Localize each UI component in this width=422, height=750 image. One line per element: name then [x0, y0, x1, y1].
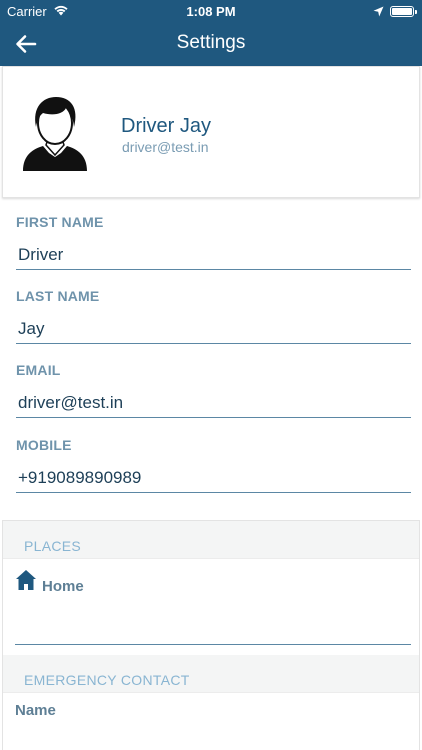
status-time: 1:08 PM	[186, 4, 236, 19]
first-name-field[interactable]	[16, 240, 411, 270]
battery-icon	[390, 6, 417, 17]
profile-card: Driver Jay driver@test.in	[2, 66, 420, 198]
home-label: Home	[42, 578, 84, 595]
last-name-label: LAST NAME	[16, 288, 100, 304]
mobile-field[interactable]	[16, 463, 411, 493]
avatar-icon	[23, 95, 87, 171]
email-field[interactable]	[16, 388, 411, 418]
nav-bar: Settings	[0, 22, 422, 66]
places-header: PLACES	[3, 521, 419, 559]
first-name-label: FIRST NAME	[16, 214, 104, 230]
mobile-label: MOBILE	[16, 437, 72, 453]
last-name-field[interactable]	[16, 314, 411, 344]
status-bar: Carrier 1:08 PM	[0, 0, 422, 22]
last-name-group: LAST NAME	[16, 288, 411, 344]
page-title: Settings	[176, 32, 246, 53]
emergency-name-label: Name	[15, 702, 56, 719]
email-group: EMAIL	[16, 362, 411, 418]
home-icon	[15, 569, 37, 591]
places-card: PLACES Home EMERGENCY CONTACT Name	[2, 520, 420, 750]
email-label: EMAIL	[16, 362, 61, 378]
first-name-group: FIRST NAME	[16, 214, 411, 270]
profile-email: driver@test.in	[122, 139, 209, 155]
profile-name: Driver Jay	[121, 115, 212, 137]
home-divider	[15, 644, 411, 645]
mobile-group: MOBILE	[16, 437, 411, 493]
emergency-contact-header: EMERGENCY CONTACT	[3, 655, 419, 693]
app-header: Carrier 1:08 PM Settings	[0, 0, 422, 66]
location-arrow-icon	[373, 5, 384, 20]
